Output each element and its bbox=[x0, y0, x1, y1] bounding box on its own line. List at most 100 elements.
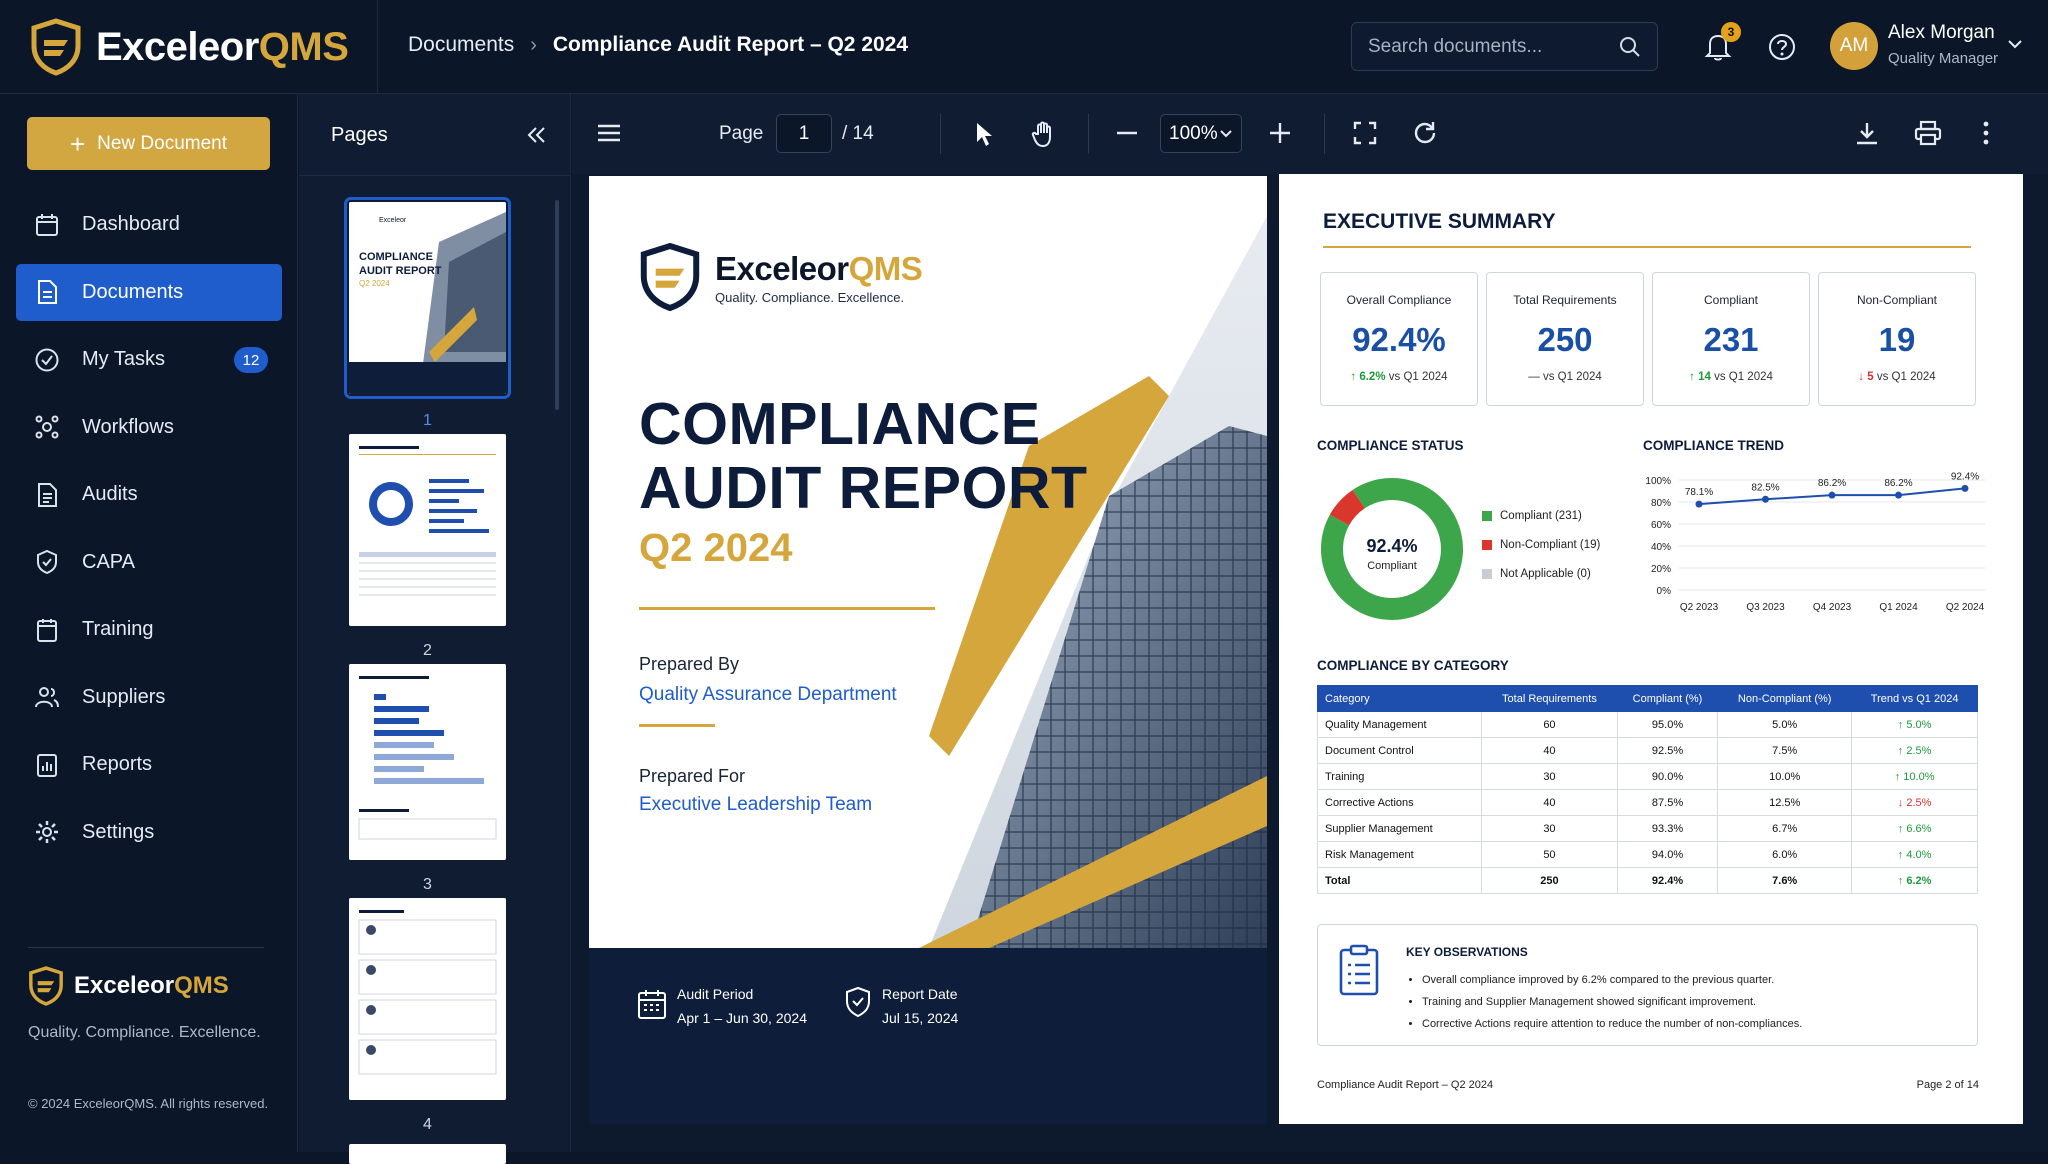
table-row: Corrective Actions 40 87.5% 12.5% ↓ 2.5% bbox=[1316, 789, 1978, 816]
table-cell: 30 bbox=[1481, 815, 1618, 842]
sidebar-item-dashboard[interactable]: Dashboard bbox=[16, 196, 282, 253]
table-cell: 95.0% bbox=[1616, 711, 1719, 738]
legend-noncompliant: Non-Compliant (19) bbox=[1482, 539, 1600, 551]
table-header: Compliant (%) bbox=[1616, 685, 1719, 712]
print-icon[interactable] bbox=[1914, 120, 1942, 146]
y-tick-label: 20% bbox=[1651, 564, 1671, 575]
avatar[interactable]: AM bbox=[1830, 22, 1878, 70]
sidebar-item-settings[interactable]: Settings bbox=[16, 804, 282, 861]
menu-icon[interactable] bbox=[596, 120, 622, 146]
zoom-select[interactable]: 100% bbox=[1160, 114, 1242, 153]
pages-title: Pages bbox=[331, 124, 388, 146]
table-cell: ↑ 6.2% bbox=[1851, 867, 1978, 894]
more-options-icon[interactable] bbox=[1980, 120, 1992, 146]
user-name[interactable]: Alex Morgan bbox=[1888, 22, 1995, 44]
table-row: Supplier Management 30 93.3% 6.7% ↑ 6.6% bbox=[1316, 815, 1978, 842]
sidebar-item-audits[interactable]: Audits bbox=[16, 466, 282, 523]
kpi-card-compliant: Compliant 231 ↑ 14 vs Q1 2024 bbox=[1652, 272, 1810, 406]
page-total: / 14 bbox=[842, 123, 874, 144]
table-cell: 6.0% bbox=[1717, 841, 1853, 868]
page-number-4: 4 bbox=[423, 1116, 432, 1133]
observations-heading: KEY OBSERVATIONS bbox=[1406, 945, 1528, 959]
table-cell: 60 bbox=[1481, 711, 1618, 738]
table-cell: Risk Management bbox=[1316, 841, 1483, 868]
rotate-icon[interactable] bbox=[1412, 120, 1438, 146]
breadcrumb-documents[interactable]: Documents bbox=[408, 33, 514, 57]
sidebar-item-label: Settings bbox=[82, 820, 155, 843]
list-item: Corrective Actions require attention to … bbox=[1422, 1013, 1802, 1035]
page-number-input[interactable] bbox=[776, 114, 832, 153]
sidebar-item-workflows[interactable]: Workflows bbox=[16, 399, 282, 456]
trend-point bbox=[1961, 484, 1969, 492]
table-cell: 250 bbox=[1481, 867, 1618, 894]
arrow-down-icon: ↓ bbox=[1858, 371, 1865, 383]
hand-pan-icon[interactable] bbox=[1030, 120, 1058, 148]
sidebar-item-capa[interactable]: CAPA bbox=[16, 534, 282, 591]
page-thumbnail-5[interactable] bbox=[349, 1144, 506, 1164]
fullscreen-icon[interactable] bbox=[1352, 120, 1378, 146]
sidebar-item-label: My Tasks bbox=[82, 348, 165, 370]
document-icon bbox=[38, 280, 57, 304]
sidebar-item-reports[interactable]: Reports bbox=[16, 736, 282, 793]
collapse-panel-icon[interactable] bbox=[525, 124, 547, 146]
calendar-icon bbox=[638, 990, 666, 1019]
sidebar-item-suppliers[interactable]: Suppliers bbox=[16, 669, 282, 726]
x-tick-label: Q4 2023 bbox=[1813, 602, 1852, 613]
trend-data-label: 78.1% bbox=[1685, 487, 1713, 498]
sidebar-item-training[interactable]: Training bbox=[16, 601, 282, 658]
cover-logo-b: QMS bbox=[848, 249, 923, 287]
new-document-label: New Document bbox=[97, 132, 228, 154]
key-observations-box: KEY OBSERVATIONS Overall compliance impr… bbox=[1317, 924, 1978, 1046]
chevron-down-icon[interactable] bbox=[2007, 38, 2023, 50]
table-row: Training 30 90.0% 10.0% ↑ 10.0% bbox=[1316, 763, 1978, 790]
cursor-icon[interactable] bbox=[972, 120, 996, 148]
page-number-2: 2 bbox=[423, 642, 432, 659]
page-thumbnail-3[interactable] bbox=[349, 664, 506, 860]
page-footer-title: Compliance Audit Report – Q2 2024 bbox=[1317, 1079, 1494, 1091]
document-page-summary: EXECUTIVE SUMMARY Overall Compliance 92.… bbox=[1279, 174, 2023, 1124]
sidebar-item-label: Dashboard bbox=[82, 213, 180, 235]
download-icon[interactable] bbox=[1854, 120, 1880, 146]
arrow-up-icon: ↑ bbox=[1894, 770, 1904, 783]
notification-count-badge: 3 bbox=[1721, 22, 1741, 42]
table-cell: ↑ 4.0% bbox=[1851, 841, 1978, 868]
y-tick-label: 80% bbox=[1651, 498, 1671, 509]
app-logo[interactable]: ExceleorQMS bbox=[30, 18, 349, 76]
reports-icon bbox=[37, 753, 57, 777]
thumbnail-scrollbar[interactable] bbox=[555, 200, 559, 410]
sidebar-nav: Dashboard Documents My Tasks 12 Workflow… bbox=[16, 196, 282, 871]
x-tick-label: Q1 2024 bbox=[1879, 602, 1918, 613]
page-thumbnail-2[interactable] bbox=[349, 434, 506, 626]
table-header: Non-Compliant (%) bbox=[1717, 685, 1853, 712]
table-header: Category bbox=[1316, 685, 1483, 712]
dashboard-icon bbox=[36, 213, 58, 236]
trend-point bbox=[1828, 491, 1836, 499]
cover-logo: ExceleorQMS Quality. Compliance. Excelle… bbox=[639, 242, 923, 312]
cover-building-image bbox=[589, 176, 1267, 1124]
zoom-in-icon[interactable] bbox=[1267, 120, 1293, 146]
table-cell: 5.0% bbox=[1717, 711, 1853, 738]
summary-heading: EXECUTIVE SUMMARY bbox=[1323, 210, 1556, 233]
sidebar-item-my-tasks[interactable]: My Tasks 12 bbox=[16, 331, 282, 388]
arrow-up-icon: ↑ bbox=[1689, 371, 1695, 383]
check-circle-icon bbox=[35, 348, 59, 371]
sidebar-tagline: Quality. Compliance. Excellence. bbox=[28, 1024, 261, 1041]
y-tick-label: 40% bbox=[1651, 542, 1671, 553]
report-date-label: Report Date bbox=[882, 986, 958, 1002]
table-cell: 7.6% bbox=[1717, 867, 1853, 894]
search-box[interactable] bbox=[1351, 22, 1658, 71]
page-thumbnail-1[interactable]: Exceleor COMPLIANCE AUDIT REPORT Q2 2024 bbox=[344, 197, 511, 399]
observations-list: Overall compliance improved by 6.2% comp… bbox=[1422, 969, 1802, 1035]
new-document-button[interactable]: + New Document bbox=[27, 117, 270, 170]
page-label: Page bbox=[719, 123, 764, 144]
sidebar-item-documents[interactable]: Documents bbox=[16, 263, 282, 321]
help-icon[interactable] bbox=[1767, 32, 1797, 62]
zoom-out-icon[interactable] bbox=[1114, 120, 1140, 146]
search-input[interactable] bbox=[1368, 35, 1608, 58]
search-icon[interactable] bbox=[1619, 36, 1641, 58]
compliance-trend-chart: 0% 20% 40% 60% 80% 100% 78.1% Q2 2023 82.5% Q3 20… bbox=[1645, 471, 1985, 613]
y-tick-label: 100% bbox=[1645, 476, 1671, 487]
trend-point bbox=[1895, 491, 1902, 499]
page-thumbnail-4[interactable] bbox=[349, 898, 506, 1100]
table-cell: ↑ 6.6% bbox=[1851, 815, 1978, 842]
